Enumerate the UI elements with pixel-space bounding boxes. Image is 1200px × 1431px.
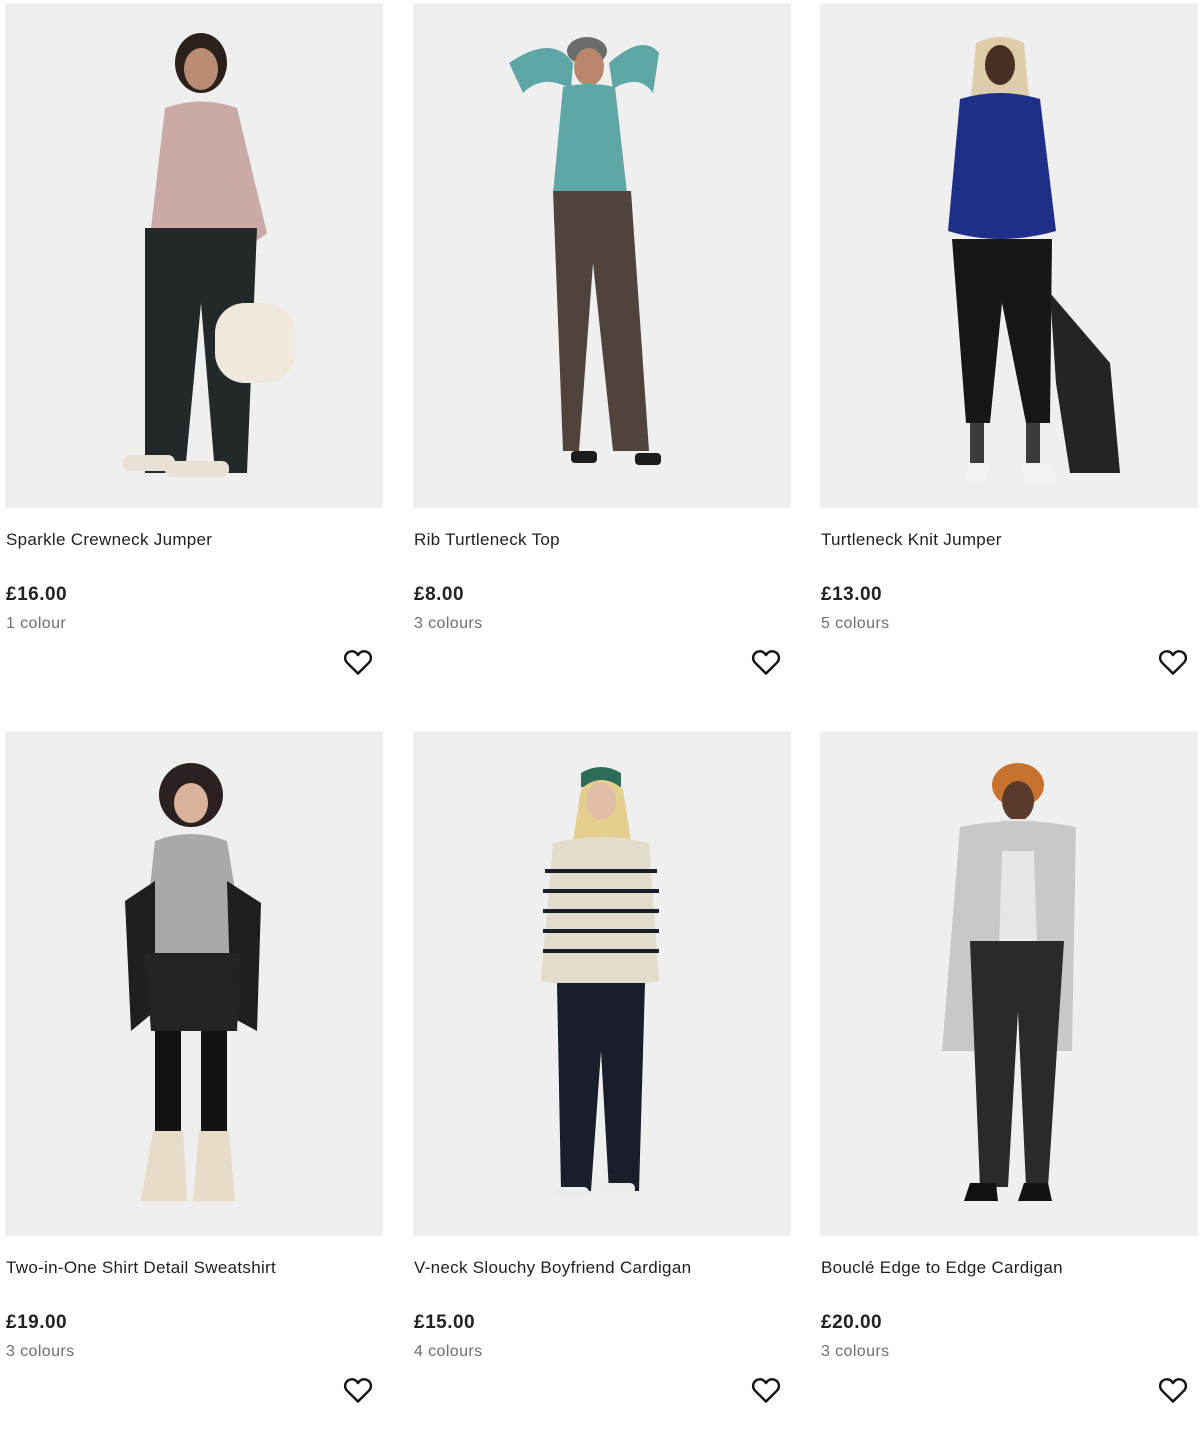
product-card[interactable]: V-neck Slouchy Boyfriend Cardigan £15.00… [413, 731, 791, 1431]
product-colour-count: 3 colours [821, 1343, 890, 1360]
product-colour-count: 4 colours [414, 1343, 483, 1360]
product-price: £15.00 [414, 1312, 476, 1333]
product-price: £13.00 [821, 584, 883, 605]
heart-icon[interactable] [343, 648, 373, 676]
product-name[interactable]: Two-in-One Shirt Detail Sweatshirt [6, 1258, 276, 1278]
model-figure [541, 767, 659, 1199]
product-price: £19.00 [6, 1312, 68, 1333]
product-name[interactable]: Turtleneck Knit Jumper [821, 530, 1002, 550]
product-colour-count: 5 colours [821, 615, 890, 632]
product-colour-count: 3 colours [6, 1343, 75, 1360]
heart-icon[interactable] [1158, 1376, 1188, 1404]
product-card[interactable]: Sparkle Crewneck Jumper £16.00 1 colour [5, 3, 383, 703]
product-name[interactable]: Bouclé Edge to Edge Cardigan [821, 1258, 1063, 1278]
product-price: £20.00 [821, 1312, 883, 1333]
product-grid: Sparkle Crewneck Jumper £16.00 1 colour … [0, 0, 1200, 1405]
model-figure [123, 33, 295, 477]
product-colour-count: 3 colours [414, 615, 483, 632]
product-card[interactable]: Bouclé Edge to Edge Cardigan £20.00 3 co… [820, 731, 1198, 1431]
heart-icon[interactable] [751, 648, 781, 676]
product-price: £16.00 [6, 584, 68, 605]
product-name[interactable]: V-neck Slouchy Boyfriend Cardigan [414, 1258, 691, 1278]
product-price: £8.00 [414, 584, 465, 605]
heart-icon[interactable] [1158, 648, 1188, 676]
product-name[interactable]: Sparkle Crewneck Jumper [6, 530, 212, 550]
product-card[interactable]: Rib Turtleneck Top £8.00 3 colours [413, 3, 791, 703]
heart-icon[interactable] [343, 1376, 373, 1404]
product-image[interactable] [5, 3, 383, 508]
product-name[interactable]: Rib Turtleneck Top [414, 530, 560, 550]
product-image[interactable] [820, 3, 1198, 508]
model-figure [125, 763, 261, 1201]
product-image[interactable] [5, 731, 383, 1236]
model-figure [509, 37, 661, 465]
model-figure [942, 763, 1076, 1201]
product-image[interactable] [413, 3, 791, 508]
product-colour-count: 1 colour [6, 615, 67, 632]
product-card[interactable]: Two-in-One Shirt Detail Sweatshirt £19.0… [5, 731, 383, 1431]
product-image[interactable] [820, 731, 1198, 1236]
heart-icon[interactable] [751, 1376, 781, 1404]
model-figure [948, 37, 1120, 483]
product-card[interactable]: Turtleneck Knit Jumper £13.00 5 colours [820, 3, 1198, 703]
product-image[interactable] [413, 731, 791, 1236]
